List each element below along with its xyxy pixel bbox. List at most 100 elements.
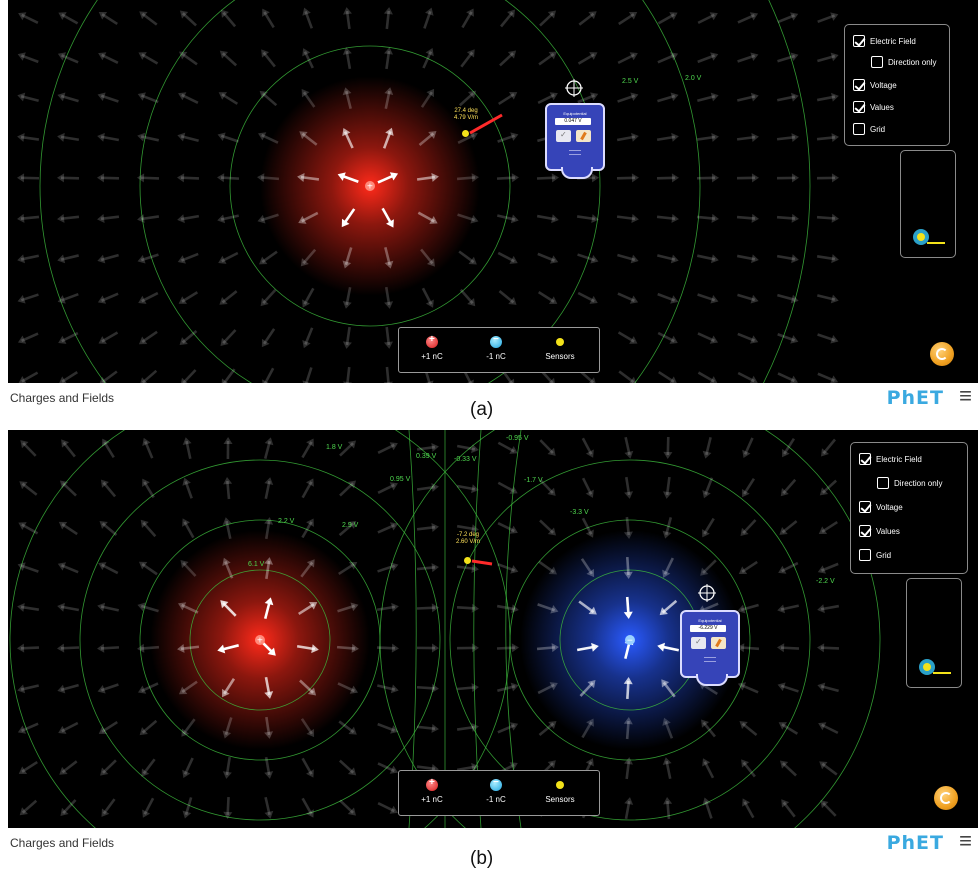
- field-arrow: [696, 132, 719, 142]
- field-arrow: [343, 366, 353, 383]
- field-arrow: [821, 438, 836, 457]
- simulation-area-a[interactable]: + 2.5 V 2.0 V 27.4 deg 4.79 V/m Equipote…: [8, 0, 978, 383]
- field-arrow: [182, 797, 193, 819]
- field-arrow: [100, 479, 117, 498]
- voltage-label: 0.39 V: [416, 453, 437, 460]
- clear-equipotential-button[interactable]: [576, 130, 591, 142]
- field-arrow: [421, 287, 434, 308]
- field-canvas-b[interactable]: + −: [8, 430, 978, 828]
- negative-charge-icon[interactable]: [490, 334, 502, 348]
- reset-all-button[interactable]: [934, 786, 958, 810]
- menu-icon[interactable]: ≡: [959, 383, 972, 409]
- field-arrow: [17, 602, 40, 612]
- reset-all-button[interactable]: [930, 342, 954, 366]
- direction-only-checkbox[interactable]: Direction only: [877, 477, 942, 489]
- electric-field-checkbox[interactable]: Electric Field: [853, 35, 916, 47]
- tape-measure-icon[interactable]: [911, 227, 947, 247]
- sensors-tool[interactable]: Sensors: [535, 779, 585, 804]
- direction-only-checkbox[interactable]: Direction only: [871, 56, 936, 68]
- field-arrow: [581, 517, 594, 538]
- checkbox-icon[interactable]: [877, 477, 889, 489]
- negative-charge-tool[interactable]: -1 nC: [471, 777, 521, 804]
- checkbox-label: Electric Field: [870, 36, 916, 46]
- field-arrow: [777, 643, 800, 653]
- sensor-probe[interactable]: [464, 557, 471, 564]
- positive-charge-symbol: +: [367, 182, 373, 193]
- field-arrow: [777, 293, 799, 304]
- checkbox-icon[interactable]: [859, 549, 871, 561]
- field-arrow: [19, 799, 38, 816]
- sensor-icon[interactable]: [556, 338, 564, 346]
- field-arrow: [98, 331, 119, 344]
- field-arrow: [458, 90, 477, 107]
- field-arrow: [218, 92, 239, 105]
- crosshair-icon[interactable]: [698, 584, 716, 602]
- field-arrow: [264, 756, 274, 779]
- field-arrow: [220, 329, 237, 347]
- measuring-tape-box-a[interactable]: [900, 150, 956, 258]
- plot-equipotential-button[interactable]: [556, 130, 571, 142]
- positive-charge-label: +1 nC: [421, 795, 443, 804]
- sensor-icon[interactable]: [556, 781, 564, 789]
- field-arrow: [261, 49, 276, 68]
- checkbox-icon[interactable]: [853, 79, 865, 91]
- grid-checkbox[interactable]: Grid: [853, 123, 885, 135]
- field-arrow: [702, 437, 712, 459]
- field-arrow: [57, 132, 80, 142]
- plot-equipotential-button[interactable]: [691, 637, 706, 649]
- positive-charge-symbol: +: [257, 636, 263, 647]
- values-checkbox[interactable]: Values: [853, 101, 894, 113]
- negative-charge-tool[interactable]: -1 nC: [471, 334, 521, 361]
- positive-charge-icon[interactable]: [426, 334, 438, 348]
- simulation-area-b[interactable]: + − 1.8 V 0.39 V -0.33 V -0.95 V 0.95 V -…: [8, 430, 978, 828]
- field-arrow: [139, 719, 158, 736]
- positive-charge-icon[interactable]: [426, 777, 438, 791]
- field-arrow: [416, 442, 439, 452]
- checkbox-icon[interactable]: [853, 35, 865, 47]
- sensor-readout: -7.2 deg 2.60 V/m: [444, 532, 492, 546]
- menu-icon[interactable]: ≡: [959, 828, 972, 854]
- field-arrow: [416, 723, 439, 733]
- positive-charge-tool[interactable]: +1 nC: [407, 334, 457, 361]
- values-checkbox[interactable]: Values: [859, 525, 900, 537]
- checkbox-icon[interactable]: [871, 56, 883, 68]
- electric-field-checkbox[interactable]: Electric Field: [859, 453, 922, 465]
- checkbox-label: Grid: [876, 550, 892, 560]
- positive-charge-tool[interactable]: +1 nC: [407, 777, 457, 804]
- equipotential-meter[interactable]: Equipotential 0.047 V: [545, 103, 605, 179]
- tape-measure-icon[interactable]: [917, 657, 953, 677]
- voltage-checkbox[interactable]: Voltage: [859, 501, 903, 513]
- field-arrow: [138, 330, 158, 345]
- sensor-probe[interactable]: [462, 130, 469, 137]
- field-arrow: [736, 254, 759, 264]
- field-arrow: [697, 293, 719, 304]
- voltage-checkbox[interactable]: Voltage: [853, 79, 897, 91]
- field-arrow: [737, 12, 759, 24]
- field-arrow: [217, 214, 240, 224]
- sensors-tool[interactable]: Sensors: [535, 336, 585, 361]
- negative-charge-icon[interactable]: [490, 777, 502, 791]
- field-arrow: [702, 477, 714, 499]
- field-canvas-a[interactable]: +: [8, 0, 978, 383]
- field-arrow: [137, 132, 160, 142]
- checkbox-icon[interactable]: [859, 525, 871, 537]
- crosshair-icon[interactable]: [565, 79, 583, 97]
- field-arrow: [737, 52, 759, 63]
- phet-logo[interactable]: PhET: [887, 832, 944, 854]
- checkbox-icon[interactable]: [853, 123, 865, 135]
- equipotential-meter[interactable]: Equipotential -6.229 V: [680, 610, 740, 686]
- checkbox-icon[interactable]: [853, 101, 865, 113]
- field-arrow: [657, 92, 679, 103]
- field-arrow: [539, 10, 556, 27]
- field-arrow: [142, 797, 155, 818]
- checkbox-icon[interactable]: [859, 501, 871, 513]
- phet-logo[interactable]: PhET: [887, 387, 944, 409]
- field-arrow: [97, 214, 120, 223]
- grid-checkbox[interactable]: Grid: [859, 549, 891, 561]
- measuring-tape-box-b[interactable]: [906, 578, 962, 688]
- clear-equipotential-button[interactable]: [711, 637, 726, 649]
- checkbox-icon[interactable]: [859, 453, 871, 465]
- field-arrow: [817, 294, 839, 304]
- field-arrow: [261, 328, 276, 348]
- field-arrow: [141, 758, 156, 777]
